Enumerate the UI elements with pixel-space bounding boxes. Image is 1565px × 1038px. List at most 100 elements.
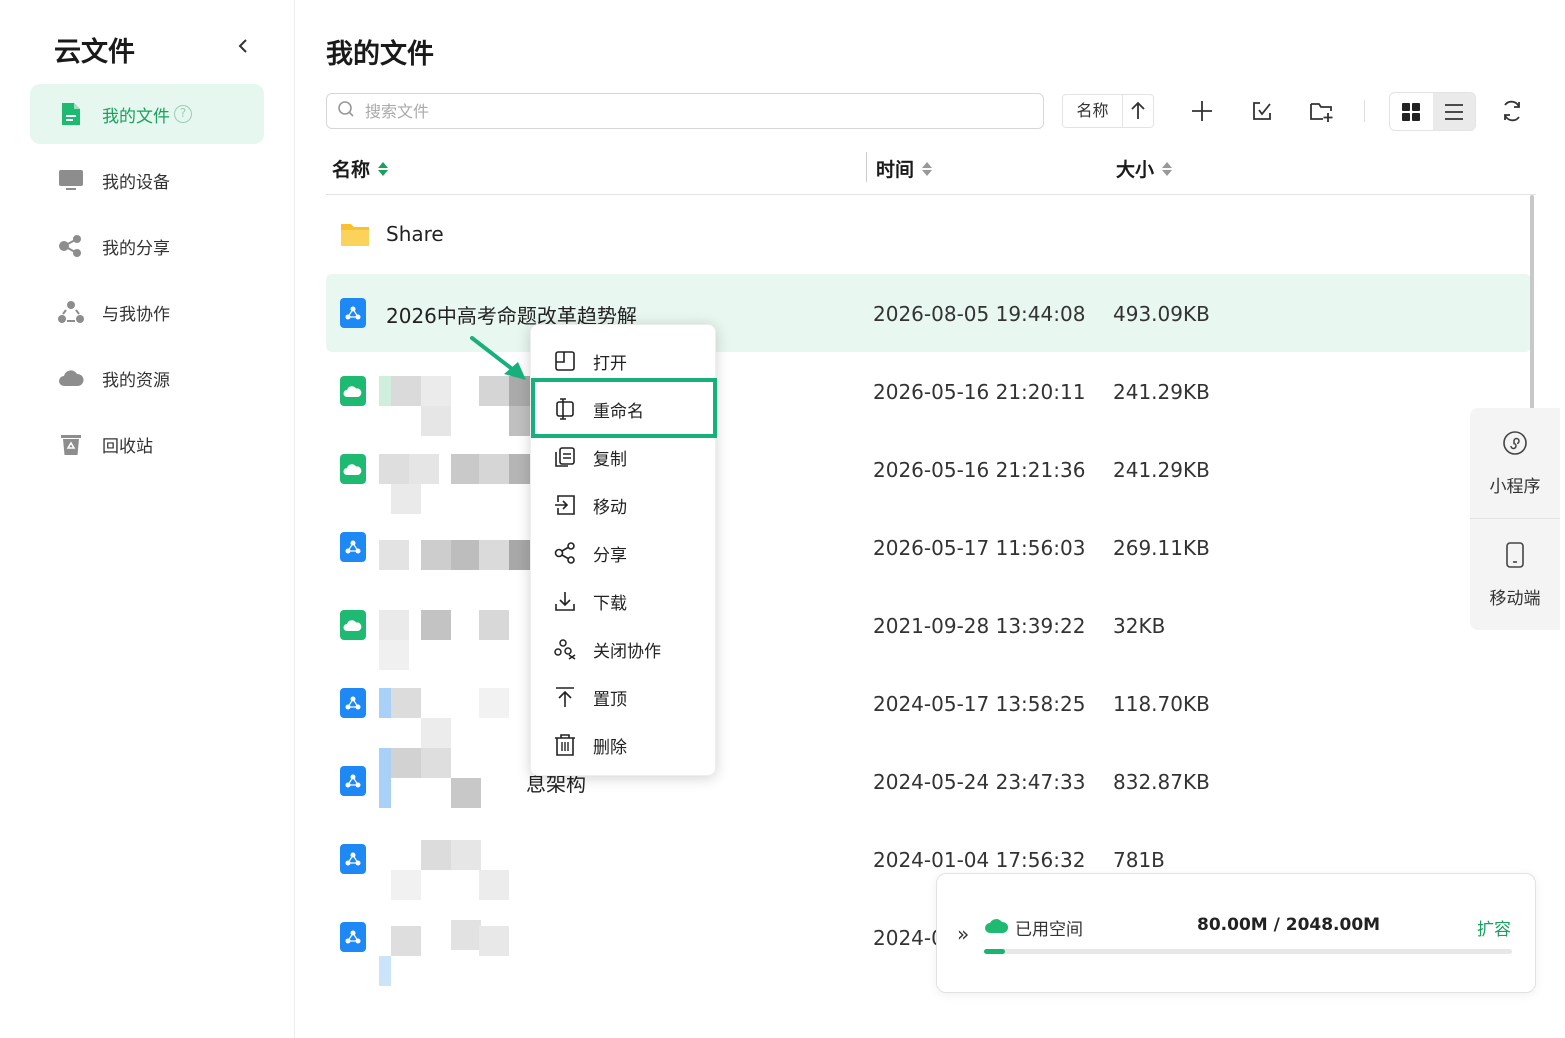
file-time: 2024-0: [873, 926, 944, 950]
sidebar: 云文件 我的文件 ? 我的设备 我的分享 与我协作 我的资源 回收站: [0, 0, 295, 1038]
table-row[interactable]: 2026-05-16 21:21:36 241.29KB: [326, 430, 1531, 514]
collab-doc-icon: [340, 532, 366, 562]
file-time: 2026-05-17 11:56:03: [873, 536, 1086, 560]
file-size: 118.70KB: [1113, 692, 1210, 716]
table-row[interactable]: 2026-05-17 11:56:03 269.11KB: [326, 508, 1531, 586]
file-name: Share: [386, 222, 444, 246]
column-time-label: 时间: [876, 159, 915, 181]
mini-program-button[interactable]: 小程序: [1470, 408, 1560, 518]
collapse-storage-icon[interactable]: »: [957, 922, 969, 946]
column-header-name[interactable]: 名称: [332, 155, 389, 182]
folder-icon: [340, 220, 369, 250]
column-size-label: 大小: [1116, 159, 1155, 181]
table-row[interactable]: Share: [326, 196, 1531, 274]
sidebar-item-label: 我的文件: [102, 106, 170, 127]
table-header: 名称 时间 大小: [326, 150, 1536, 195]
collab-doc-icon: [340, 922, 366, 952]
column-divider[interactable]: [866, 152, 867, 182]
panel-divider: [1470, 518, 1560, 519]
search-box[interactable]: [326, 93, 1044, 129]
list-view-icon[interactable]: [1432, 93, 1475, 130]
mobile-icon: [1505, 541, 1525, 572]
view-toggle[interactable]: [1389, 92, 1476, 131]
sort-ascending-icon[interactable]: [1123, 101, 1153, 121]
sidebar-item-label: 我的资源: [102, 370, 170, 391]
table-row[interactable]: 2021-09-28 13:39:22 32KB: [326, 586, 1531, 670]
menu-item-label: 打开: [593, 353, 627, 374]
download-icon: [553, 589, 577, 613]
storage-value: 80.00M / 2048.00M: [1197, 915, 1381, 935]
collab-doc-icon: [340, 766, 366, 796]
blurred-filename: [379, 610, 509, 670]
sidebar-item-recycle-bin[interactable]: 回收站: [30, 414, 264, 474]
open-icon: [553, 349, 577, 373]
menu-item-delete[interactable]: 删除: [531, 721, 717, 769]
menu-item-copy[interactable]: 复制: [531, 433, 717, 481]
sidebar-item-my-files[interactable]: 我的文件 ?: [30, 84, 264, 144]
rename-highlight-box: [531, 378, 717, 438]
blurred-filename: [379, 376, 539, 436]
sidebar-item-label: 与我协作: [102, 304, 170, 325]
collaborate-icon: [58, 299, 84, 325]
sidebar-item-label: 我的分享: [102, 238, 170, 259]
page-title: 我的文件: [326, 39, 434, 70]
blurred-filename: [379, 688, 509, 748]
menu-item-move[interactable]: 移动: [531, 481, 717, 529]
menu-item-label: 下载: [593, 593, 627, 614]
table-row[interactable]: 2024-05-17 13:58:25 118.70KB: [326, 664, 1531, 748]
new-folder-icon[interactable]: [1307, 96, 1337, 126]
refresh-icon[interactable]: [1497, 96, 1527, 126]
sort-selector[interactable]: 名称: [1062, 94, 1154, 128]
menu-item-download[interactable]: 下载: [531, 577, 717, 625]
collab-doc-icon: [340, 298, 366, 328]
document-icon: [58, 101, 84, 127]
file-size: 32KB: [1113, 614, 1166, 638]
file-size: 241.29KB: [1113, 380, 1210, 404]
menu-item-label: 分享: [593, 545, 627, 566]
cloud-doc-icon: [340, 610, 366, 640]
sidebar-item-label: 我的设备: [102, 172, 170, 193]
help-icon[interactable]: ?: [174, 105, 192, 123]
sort-toggle-icon[interactable]: [922, 161, 933, 177]
blurred-filename: [379, 532, 539, 592]
blurred-filename: [379, 748, 509, 826]
sidebar-item-my-shares[interactable]: 我的分享: [30, 216, 264, 276]
sort-field-label[interactable]: 名称: [1063, 95, 1123, 127]
sidebar-item-my-resources[interactable]: 我的资源: [30, 348, 264, 408]
sidebar-item-collaborate[interactable]: 与我协作: [30, 282, 264, 342]
upload-icon[interactable]: [1247, 96, 1277, 126]
menu-item-share[interactable]: 分享: [531, 529, 717, 577]
copy-icon: [553, 445, 577, 469]
collab-doc-icon: [340, 844, 366, 874]
collapse-sidebar-icon[interactable]: [236, 36, 256, 60]
mini-program-icon: [1502, 430, 1528, 460]
storage-label: 已用空间: [1015, 920, 1083, 940]
menu-item-label: 关闭协作: [593, 641, 661, 662]
mobile-label: 移动端: [1489, 588, 1541, 609]
sort-toggle-icon[interactable]: [378, 161, 389, 177]
mobile-button[interactable]: 移动端: [1470, 520, 1560, 630]
grid-view-icon[interactable]: [1390, 93, 1433, 130]
file-size: 493.09KB: [1113, 302, 1210, 326]
menu-item-pin-top[interactable]: 置顶: [531, 673, 717, 721]
table-row[interactable]: 息架构 2024-05-24 23:47:33 832.87KB: [326, 742, 1531, 820]
pin-top-icon: [553, 685, 577, 709]
column-header-size[interactable]: 大小: [1116, 155, 1173, 182]
expand-storage-link[interactable]: 扩容: [1477, 915, 1511, 940]
add-icon[interactable]: [1187, 96, 1217, 126]
file-size: 832.87KB: [1113, 770, 1210, 794]
cloud-doc-icon: [340, 376, 366, 406]
menu-item-close-collaboration[interactable]: 关闭协作: [531, 625, 717, 673]
search-input[interactable]: [365, 101, 1005, 121]
sort-toggle-icon[interactable]: [1162, 161, 1173, 177]
file-time: 2026-05-16 21:20:11: [873, 380, 1086, 404]
column-name-label: 名称: [332, 159, 371, 181]
sidebar-item-my-devices[interactable]: 我的设备: [30, 150, 264, 210]
close-collaboration-icon: [553, 637, 577, 661]
column-header-time[interactable]: 时间: [876, 155, 933, 182]
recycle-bin-icon: [58, 431, 84, 457]
search-icon: [337, 100, 355, 122]
storage-progress-fill: [984, 949, 1005, 954]
storage-progress-bar: [984, 949, 1512, 954]
cloud-doc-icon: [340, 454, 366, 484]
